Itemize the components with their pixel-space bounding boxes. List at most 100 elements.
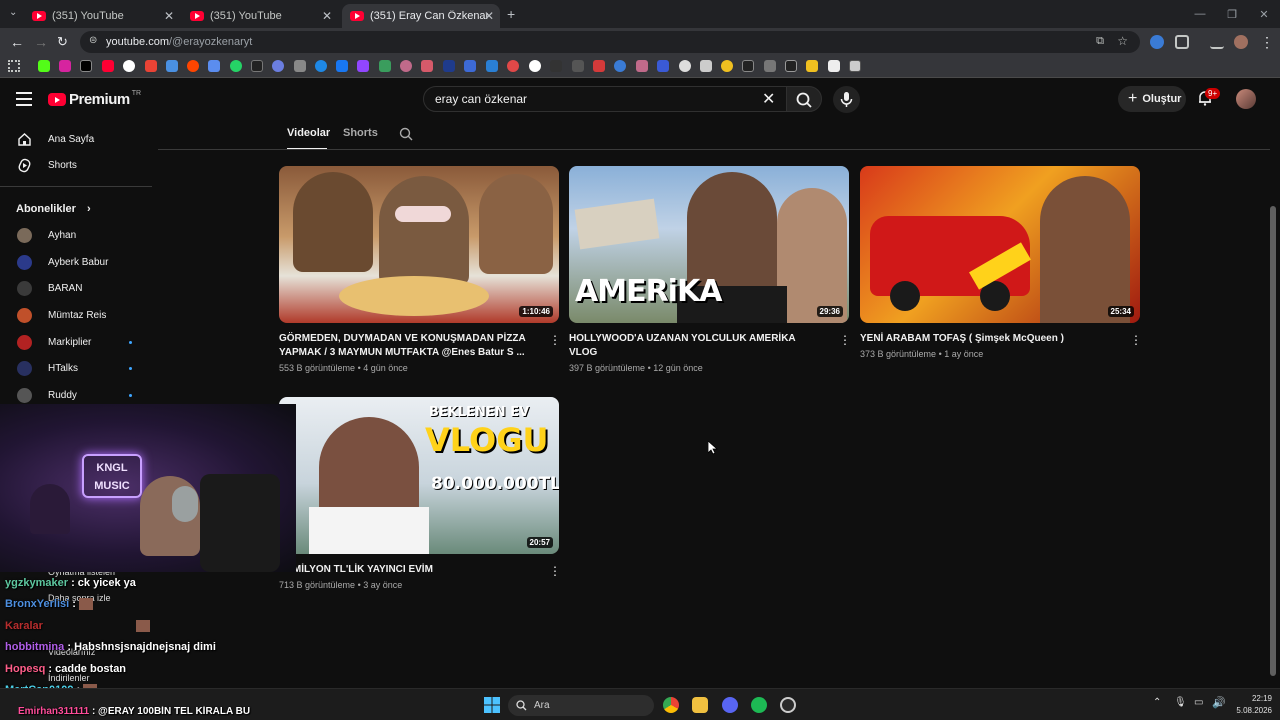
- chrome-icon[interactable]: [663, 697, 679, 713]
- bookmark-x-icon[interactable]: [80, 60, 92, 72]
- video-title[interactable]: 80 MİLYON TL'LİK YAYINCI EVİM: [279, 563, 534, 577]
- new-tab-button[interactable]: +: [507, 6, 515, 22]
- bookmark-icon[interactable]: [785, 60, 797, 72]
- extension-icon[interactable]: [1150, 35, 1164, 49]
- site-info-icon[interactable]: ⊜: [89, 35, 97, 46]
- more-options-icon[interactable]: ⋮: [549, 564, 561, 578]
- video-thumbnail[interactable]: 1:10:46: [279, 166, 559, 323]
- bookmark-icon[interactable]: [550, 60, 562, 72]
- video-thumbnail[interactable]: BEKLENEN EV VLOGU 80.000.000TL 20:57: [279, 397, 559, 554]
- sidebar-item-shorts[interactable]: Shorts: [0, 152, 155, 178]
- back-icon[interactable]: ←: [10, 34, 24, 50]
- more-options-icon[interactable]: ⋮: [1130, 333, 1142, 347]
- page-scrollbar[interactable]: [1270, 206, 1276, 676]
- more-options-icon[interactable]: ⋮: [839, 333, 851, 347]
- bookmark-icon[interactable]: [593, 60, 605, 72]
- create-button[interactable]: + Oluştur: [1118, 86, 1186, 112]
- close-window-icon[interactable]: ✕: [1248, 8, 1280, 21]
- discord-icon[interactable]: [722, 697, 738, 713]
- video-card[interactable]: BEKLENEN EV VLOGU 80.000.000TL 20:57 80 …: [279, 397, 561, 590]
- bookmark-icon[interactable]: [379, 60, 391, 72]
- bookmark-icon[interactable]: [764, 60, 776, 72]
- bookmark-icon[interactable]: [400, 60, 412, 72]
- sidebar-channel-mumtaz-reis[interactable]: Mümtaz Reis: [0, 302, 155, 328]
- browser-tab-1[interactable]: (351) YouTube ✕: [24, 4, 180, 28]
- install-app-icon[interactable]: ⧉: [1096, 35, 1104, 48]
- bookmark-icon[interactable]: [507, 60, 519, 72]
- sidebar-channel-markiplier[interactable]: Markiplier: [0, 329, 155, 355]
- bookmark-instagram-icon[interactable]: [59, 60, 71, 72]
- video-title[interactable]: YENİ ARABAM TOFAŞ ( Şimşek McQueen ): [860, 332, 1115, 346]
- taskbar-clock[interactable]: 22:19 5.08.2026: [1236, 693, 1272, 717]
- taskbar-search-input[interactable]: Ara: [508, 695, 654, 716]
- bookmark-icon[interactable]: [486, 60, 498, 72]
- forward-icon[interactable]: →: [34, 34, 48, 50]
- bookmark-icon[interactable]: [251, 60, 263, 72]
- minimize-icon[interactable]: —: [1184, 8, 1216, 20]
- account-avatar[interactable]: [1236, 89, 1256, 109]
- bookmark-icon[interactable]: [443, 60, 455, 72]
- bookmark-icon[interactable]: [806, 60, 818, 72]
- windows-start-icon[interactable]: [484, 697, 500, 713]
- close-tab-icon[interactable]: ✕: [484, 9, 494, 23]
- sidebar-channel-ayhan[interactable]: Ayhan: [0, 222, 155, 248]
- download-icon[interactable]: [1210, 35, 1224, 49]
- bookmark-icon[interactable]: [208, 60, 220, 72]
- bookmark-facebook-icon[interactable]: [336, 60, 348, 72]
- bookmark-kick-icon[interactable]: [38, 60, 50, 72]
- bookmark-icon[interactable]: [464, 60, 476, 72]
- bookmark-icon[interactable]: [742, 60, 754, 72]
- bookmark-whatsapp-icon[interactable]: [230, 60, 242, 72]
- video-thumbnail[interactable]: 25:34: [860, 166, 1140, 323]
- bookmark-icon[interactable]: [529, 60, 541, 72]
- bookmark-google-icon[interactable]: [123, 60, 135, 72]
- video-thumbnail[interactable]: AMERiKA 29:36: [569, 166, 849, 323]
- clear-search-icon[interactable]: ✕: [762, 89, 775, 109]
- more-options-icon[interactable]: ⋮: [549, 333, 561, 347]
- channel-search-icon[interactable]: [399, 127, 413, 141]
- video-title[interactable]: GÖRMEDEN, DUYMADAN VE KONUŞMADAN PİZZA Y…: [279, 332, 534, 360]
- apps-grid-icon[interactable]: [8, 60, 20, 72]
- microphone-tray-icon[interactable]: 🎙: [1174, 697, 1187, 708]
- bookmark-youtube-icon[interactable]: [102, 60, 114, 72]
- video-title[interactable]: HOLLYWOOD'A UZANAN YOLCULUK AMERİKA VLOG: [569, 332, 824, 360]
- browser-tab-3-active[interactable]: (351) Eray Can Özkenar - YouTu ✕: [342, 4, 500, 28]
- video-card[interactable]: 1:10:46 GÖRMEDEN, DUYMADAN VE KONUŞMADAN…: [279, 166, 561, 373]
- bookmark-icon[interactable]: [166, 60, 178, 72]
- tab-list-chevron-icon[interactable]: ⌄: [9, 7, 17, 18]
- tab-shorts[interactable]: Shorts: [343, 127, 378, 139]
- bookmark-reddit-icon[interactable]: [187, 60, 199, 72]
- subscriptions-header[interactable]: Abonelikler ›: [16, 203, 91, 215]
- close-tab-icon[interactable]: ✕: [322, 9, 332, 23]
- profile-avatar-icon[interactable]: [1234, 35, 1248, 49]
- bookmark-icon[interactable]: [315, 60, 327, 72]
- bookmark-icon[interactable]: [636, 60, 648, 72]
- bookmark-icon[interactable]: [421, 60, 433, 72]
- video-card[interactable]: AMERiKA 29:36 HOLLYWOOD'A UZANAN YOLCULU…: [569, 166, 851, 373]
- voice-search-button[interactable]: [833, 86, 860, 113]
- bookmark-icon[interactable]: [294, 60, 306, 72]
- video-card[interactable]: 25:34 YENİ ARABAM TOFAŞ ( Şimşek McQueen…: [860, 166, 1142, 359]
- spotify-icon[interactable]: [751, 697, 767, 713]
- reload-icon[interactable]: ↻: [57, 34, 68, 50]
- browser-menu-icon[interactable]: ⋮: [1260, 34, 1274, 51]
- maximize-icon[interactable]: ❐: [1216, 8, 1248, 21]
- tray-chevron-icon[interactable]: ⌃: [1153, 697, 1161, 708]
- bookmark-icon[interactable]: [272, 60, 284, 72]
- bookmark-star-icon[interactable]: ☆: [1117, 34, 1128, 48]
- search-button[interactable]: [786, 86, 822, 112]
- tab-videos[interactable]: Videolar: [287, 127, 330, 139]
- bookmark-icon[interactable]: [700, 60, 712, 72]
- bookmark-icon[interactable]: [614, 60, 626, 72]
- sidebar-item-home[interactable]: Ana Sayfa: [0, 126, 155, 152]
- bookmark-gmail-icon[interactable]: [145, 60, 157, 72]
- menu-icon[interactable]: [16, 92, 32, 106]
- extensions-puzzle-icon[interactable]: [1175, 35, 1189, 49]
- volume-tray-icon[interactable]: 🔊: [1212, 696, 1226, 709]
- sidebar-channel-ayberk-babur[interactable]: Ayberk Babur: [0, 249, 155, 275]
- bookmark-icon[interactable]: [679, 60, 691, 72]
- sidebar-channel-htalks[interactable]: HTalks: [0, 355, 155, 381]
- bookmark-icon[interactable]: [572, 60, 584, 72]
- bookmark-icon[interactable]: [657, 60, 669, 72]
- sidebar-channel-baran[interactable]: BARAN: [0, 275, 155, 301]
